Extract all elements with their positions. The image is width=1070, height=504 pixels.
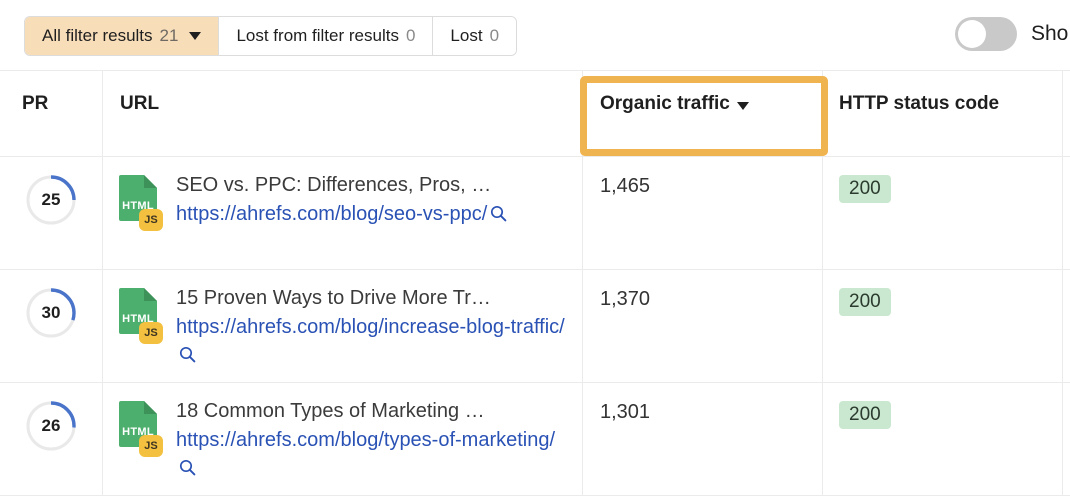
html-file-icon: HTML JS [119,175,163,231]
results-table-screen: All filter results 21 Lost from filter res… [0,0,1070,504]
pr-value: 30 [41,303,61,322]
show-toggle[interactable] [955,17,1017,51]
page-url-block: https://ahrefs.com/blog/seo-vs-ppc/ [176,200,572,230]
cell-http-status-code: 200 [823,383,1063,495]
cell-url: HTML JS SEO vs. PPC: Differences, Pros, … h… [103,157,583,269]
filter-tab-0[interactable]: All filter results 21 [25,17,220,55]
js-badge: JS [139,435,163,457]
results-table: PR URL Organic traffic HTTP status code … [0,70,1070,496]
js-badge: JS [139,209,163,231]
page-title: 15 Proven Ways to Drive More Tr… [176,287,491,309]
page-url-block: https://ahrefs.com/blog/increase-blog-tr… [176,313,572,372]
filter-tab-count: 0 [489,26,500,45]
page-title: SEO vs. PPC: Differences, Pros, … [176,174,492,196]
html-file-icon: HTML JS [119,288,163,344]
pr-gauge: 26 [25,400,77,452]
header-label-url: URL [120,93,160,114]
cell-pr: 26 [0,383,103,495]
filter-tab-label: Lost from filter results [236,26,399,45]
status-badge: 200 [839,288,891,316]
pr-value: 25 [41,190,61,209]
filter-tab-label: Lost [450,26,483,45]
table-header-row: PR URL Organic traffic HTTP status code [0,71,1070,157]
toolbar: All filter results 21 Lost from filter res… [0,0,1070,70]
js-badge: JS [139,322,163,344]
header-cell-organic-traffic[interactable]: Organic traffic [583,71,823,156]
status-badge: 200 [839,175,891,203]
table-row: 25 HTML JS SEO vs. PPC: Differences, Pros, … [0,157,1070,270]
header-label-pr: PR [22,93,49,114]
show-toggle-group: Sho [955,17,1068,51]
header-cell-http-status-code[interactable]: HTTP status code [823,71,1063,156]
page-url-link[interactable]: https://ahrefs.com/blog/increase-blog-tr… [176,316,565,338]
search-icon[interactable] [490,202,507,230]
header-label-organic-traffic-wrap: Organic traffic [583,93,822,115]
url-text-block: SEO vs. PPC: Differences, Pros, … https:/… [176,172,572,230]
page-url-block: https://ahrefs.com/blog/types-of-marketi… [176,426,572,485]
cell-http-status-code: 200 [823,157,1063,269]
header-cell-pr[interactable]: PR [0,71,103,156]
chevron-down-icon [189,32,202,40]
cell-organic-traffic: 1,301 [583,383,823,495]
url-text-block: 18 Common Types of Marketing … https://ah… [176,398,572,484]
pr-gauge: 30 [25,287,77,339]
toggle-knob [958,20,986,48]
cell-pr: 25 [0,157,103,269]
filter-tab-2[interactable]: Lost 0 [433,17,517,55]
pr-gauge: 25 [25,174,77,226]
header-label-http-status-code: HTTP status code [839,93,1000,114]
sort-descending-icon [736,102,749,110]
cell-url: HTML JS 15 Proven Ways to Drive More Tr… ht… [103,270,583,382]
table-row: 26 HTML JS 18 Common Types of Marketing … ht… [0,383,1070,496]
page-url-link[interactable]: https://ahrefs.com/blog/seo-vs-ppc/ [176,203,487,225]
organic-traffic-value: 1,465 [600,175,651,197]
filter-tab-label: All filter results [42,26,153,45]
cell-http-status-code: 200 [823,270,1063,382]
header-label-organic-traffic: Organic traffic [600,93,730,114]
search-icon[interactable] [179,343,196,371]
filter-tab-1[interactable]: Lost from filter results 0 [219,17,434,55]
cell-url: HTML JS 18 Common Types of Marketing … http… [103,383,583,495]
page-title: 18 Common Types of Marketing … [176,400,485,422]
filter-tab-count: 0 [405,26,416,45]
status-badge: 200 [839,401,891,429]
url-text-block: 15 Proven Ways to Drive More Tr… https://… [176,285,572,371]
table-body: 25 HTML JS SEO vs. PPC: Differences, Pros, … [0,157,1070,496]
cell-organic-traffic: 1,370 [583,270,823,382]
header-cell-url[interactable]: URL [103,71,583,156]
filter-tab-group: All filter results 21 Lost from filter res… [24,16,518,56]
organic-traffic-value: 1,301 [600,401,651,423]
cell-organic-traffic: 1,465 [583,157,823,269]
show-toggle-label: Sho [1031,22,1069,45]
table-row: 30 HTML JS 15 Proven Ways to Drive More Tr…… [0,270,1070,383]
filter-tab-count: 21 [159,26,179,45]
page-url-link[interactable]: https://ahrefs.com/blog/types-of-marketi… [176,429,555,451]
html-file-icon: HTML JS [119,401,163,457]
cell-pr: 30 [0,270,103,382]
organic-traffic-value: 1,370 [600,288,651,310]
pr-value: 26 [41,416,61,435]
search-icon[interactable] [179,456,196,484]
